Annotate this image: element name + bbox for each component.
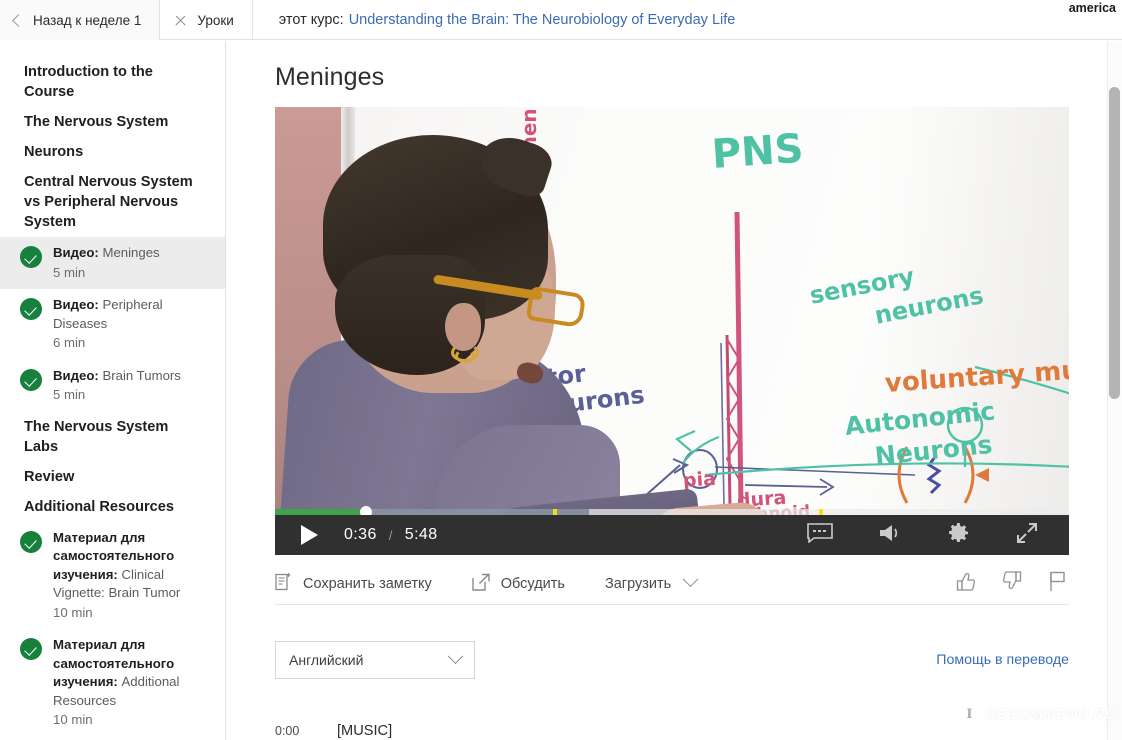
top-bar: Назад к неделе 1 Уроки этот курс: Unders… [0,0,1122,40]
sidebar-lesson-duration: 10 min [53,604,93,620]
sidebar-lesson-body: Видео: Brain Tumors 5 min [53,367,181,405]
completed-check-icon [20,638,42,660]
download-button[interactable]: Загрузить [605,576,671,592]
lesson-sidebar: Introduction to the Course The Nervous Sy… [0,41,226,740]
save-note-button[interactable]: Сохранить заметку [275,572,432,595]
watermark-badge: I [958,703,981,729]
thumbs-down-icon[interactable] [1001,570,1023,597]
sidebar-lesson-title: Meningеs [102,245,160,260]
transcript-text: [MUSIC] [337,723,393,739]
completed-check-icon [20,298,42,320]
download-dropdown-button[interactable] [682,571,699,589]
total-time: 5:48 [404,526,438,543]
time-display: 0:36 / 5:48 [344,526,438,544]
close-icon [174,14,187,27]
main-content: Meninges PNS sensory neurons neurons vol… [227,41,1108,740]
course-prefix: этот курс: [278,12,344,28]
sidebar-section-header[interactable]: The Nervous System Labs [0,412,225,462]
gear-icon[interactable] [947,521,971,550]
translation-help-link[interactable]: Помощь в переводе [936,652,1069,668]
back-to-week-label: Назад к неделе 1 [33,12,142,28]
sidebar-lesson-item[interactable]: Видео: Peripheral Diseases 6 min [0,289,225,360]
back-to-week-button[interactable]: Назад к неделе 1 [0,0,161,40]
thumbs-up-icon[interactable] [955,570,977,597]
fullscreen-icon[interactable] [1015,521,1039,550]
whiteboard-label: PNS [710,125,805,178]
sidebar-lesson-type: Видео: [53,245,99,260]
sidebar-lesson-duration: 5 min [53,264,86,280]
video-player[interactable]: CNSmeningesPNSsensoryneuronsmotorneurons… [275,107,1069,555]
sidebar-lesson-body: Видео: Peripheral Diseases 6 min [53,296,207,353]
sidebar-lesson-item[interactable]: Материал для самостоятельного изучения: … [0,522,225,630]
transcript-line[interactable]: 0:00 [MUSIC] [275,721,1075,740]
page-scrollbar-thumb[interactable] [1109,87,1120,399]
transcript-toolbar: Английский Помощь в переводе [275,641,1069,679]
time-separator: / [388,527,393,543]
sidebar-section-header[interactable]: Introduction to the Course [0,57,225,107]
lessons-close-button[interactable]: Уроки [160,0,253,40]
sidebar-lesson-type: Видео: [53,367,99,383]
transcript-language-select[interactable]: Английский [275,641,475,679]
sidebar-lesson-item[interactable]: Видео: Brain Tumors 5 min [0,360,225,412]
transcript-language-value: Английский [289,652,364,668]
instructor-figure [277,129,620,555]
video-action-bar: Сохранить заметку Обсудить Загрузить [275,563,1069,605]
sidebar-lesson-item[interactable]: Видео: Meningеs 5 min [0,237,225,289]
completed-check-icon [20,368,42,391]
sidebar-section-header[interactable]: The Nervous System [0,107,225,137]
discuss-label: Обсудить [500,575,565,592]
flag-icon[interactable] [1047,570,1069,597]
page-title: Meninges [275,63,385,91]
completed-check-icon [20,246,42,268]
current-time: 0:36 [344,526,377,543]
sidebar-lesson-item[interactable]: Материал для самостоятельного изучения: … [0,629,225,737]
note-icon [275,572,292,595]
chevron-left-icon [12,13,25,27]
download-label: Загрузить [604,575,672,592]
external-link-icon [472,573,490,595]
sidebar-section-header[interactable]: Central Nervous System vs Peripheral Ner… [0,167,225,237]
sidebar-lesson-duration: 5 min [53,387,86,402]
lessons-label: Уроки [197,12,234,28]
sidebar-lesson-body: Материал для самостоятельного изучения: … [53,636,207,730]
sidebar-lesson-duration: 6 min [53,335,86,350]
watermark: I RECOMMEND.RU [958,703,1116,729]
subtitles-icon[interactable] [807,522,833,548]
video-control-bar: 0:36 / 5:48 [275,515,1069,555]
completed-check-icon [20,530,42,553]
page-scrollbar-track[interactable] [1107,41,1122,740]
discuss-button[interactable]: Обсудить [472,573,565,595]
sidebar-lesson-duration: 10 min [53,712,93,727]
video-frame: CNSmeningesPNSsensoryneuronsmotorneurons… [275,107,1069,555]
sidebar-section-header[interactable]: Additional Resources [0,492,225,522]
sidebar-section-header[interactable]: Review [0,462,225,492]
sidebar-section-header[interactable]: Neurons [0,137,225,167]
transcript-timestamp: 0:00 [275,724,300,738]
play-icon[interactable] [301,525,318,545]
course-breadcrumb: этот курс: Understanding the Brain: The … [253,0,736,40]
sidebar-lesson-type: Видео: [53,297,99,312]
sidebar-lesson-title: Brain Tumors [102,367,181,383]
page-root: Назад к неделе 1 Уроки этот курс: Unders… [0,0,1122,740]
chevron-down-icon [447,647,464,664]
chevron-down-icon [682,571,699,588]
save-note-label: Сохранить заметку [303,575,432,592]
course-name-link[interactable]: Understanding the Brain: The Neurobiolog… [349,12,736,28]
sidebar-lesson-body: Видео: Meningеs 5 min [53,244,160,282]
volume-icon[interactable] [877,522,903,549]
watermark-text: RECOMMEND.RU [985,705,1116,723]
sidebar-lesson-body: Материал для самостоятельного изучения: … [53,529,207,623]
account-label[interactable]: america [1069,1,1116,15]
